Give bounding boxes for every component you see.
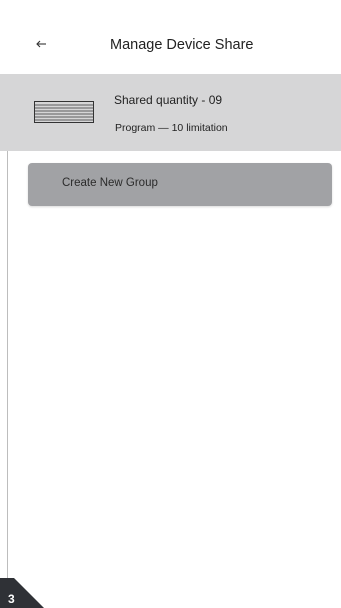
page-badge (0, 578, 46, 608)
device-panel-icon (34, 101, 94, 123)
manage-device-share-screen: Manage Device Share Shared quantity - 09… (0, 0, 341, 608)
create-new-group-label: Create New Group (62, 177, 158, 189)
device-card[interactable]: Shared quantity - 09 Program — 10 limita… (0, 74, 341, 151)
header-bar: Manage Device Share (0, 0, 341, 74)
page-title: Manage Device Share (110, 37, 254, 53)
shared-quantity-label: Shared quantity - 09 (114, 93, 223, 107)
back-button[interactable] (31, 34, 53, 54)
page-number: 3 (8, 592, 15, 606)
program-limitation-label: Program — 10 limitation (115, 122, 228, 134)
arrow-left-icon (31, 34, 53, 54)
create-new-group-button[interactable]: Create New Group (28, 163, 332, 206)
